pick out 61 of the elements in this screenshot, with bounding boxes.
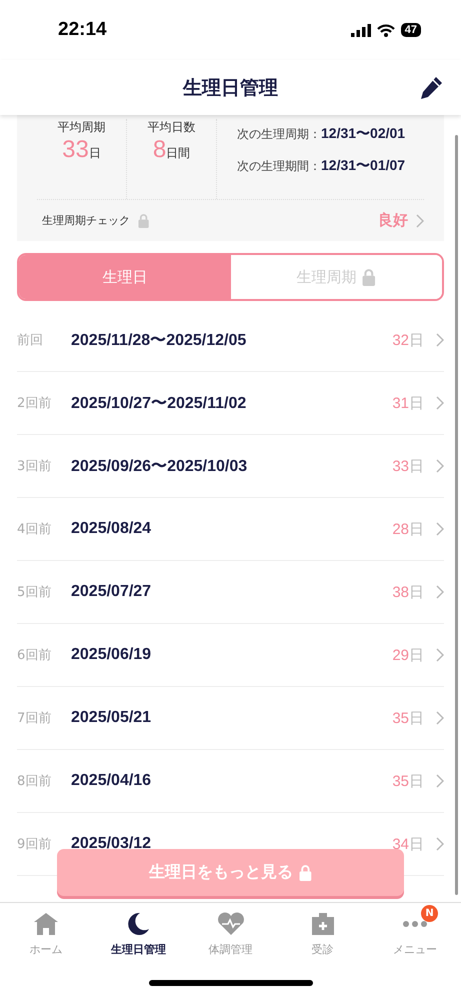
page-title: 生理日管理	[183, 76, 278, 100]
period-label: 4回前	[17, 521, 52, 538]
signal-icon	[350, 24, 371, 36]
cycle-days: 29日	[392, 646, 424, 664]
edit-button[interactable]	[419, 76, 443, 100]
period-dates[interactable]: 2025/07/27	[71, 583, 152, 601]
period-dates[interactable]: 2025/04/16	[71, 772, 152, 790]
chevron-right-icon	[436, 837, 444, 851]
chevron-right-icon	[436, 396, 444, 410]
next-label: 次の生理周期：	[237, 127, 321, 141]
period-dates[interactable]: 2025/05/21	[71, 709, 152, 727]
battery-icon: 47	[400, 23, 421, 37]
medical-kit-icon	[310, 912, 335, 936]
chevron-right-icon	[436, 711, 444, 725]
moon-icon	[126, 912, 150, 936]
chevron-right-icon	[436, 522, 444, 536]
period-label: 9回前	[17, 836, 52, 853]
cycle-days: 32日	[392, 330, 424, 350]
period-dates[interactable]: 2025/09/26〜2025/10/03	[71, 456, 248, 476]
period-label: 7回前	[17, 710, 52, 727]
notification-badge: N	[421, 905, 438, 922]
more-icon	[402, 920, 428, 926]
cycle-days: 33日	[392, 456, 424, 476]
cycle-check-result: 良好	[378, 211, 408, 230]
chevron-right-icon	[436, 333, 444, 347]
next-date-range: 12/31〜01/07	[321, 157, 406, 173]
chevron-right-icon	[436, 585, 444, 599]
period-label: 3回前	[17, 458, 52, 475]
chevron-right-icon	[416, 214, 424, 228]
period-label: 8回前	[17, 773, 52, 790]
next-date-range: 12/31〜02/01	[321, 125, 406, 141]
cycle-days: 38日	[392, 582, 424, 602]
house-icon	[33, 912, 60, 936]
period-label: 6回前	[17, 647, 52, 664]
nav-tab[interactable]: 生理日管理	[92, 903, 184, 965]
cycle-days: 35日	[392, 772, 424, 790]
period-dates[interactable]: 2025/11/28〜2025/12/05	[71, 330, 246, 350]
chevron-right-icon	[436, 774, 444, 788]
wifi-icon	[376, 24, 395, 36]
stat-value: 33	[62, 136, 89, 163]
period-dates[interactable]: 2025/08/24	[71, 520, 152, 538]
period-label: 5回前	[17, 584, 52, 601]
stat-label: 平均周期	[58, 119, 106, 136]
stat-label: 平均日数	[148, 119, 196, 136]
cycle-check-label: 生理周期チェック	[42, 213, 130, 228]
status-time: 22:14	[58, 19, 107, 41]
heart-pulse-icon	[216, 912, 244, 936]
cycle-days: 28日	[392, 520, 424, 538]
cycle-days: 35日	[392, 708, 424, 728]
stat-value: 8	[152, 136, 166, 163]
chevron-right-icon	[436, 459, 444, 473]
cycle-days: 31日	[392, 394, 424, 412]
pencil-icon	[419, 76, 443, 100]
period-dates[interactable]: 2025/10/27〜2025/11/02	[71, 392, 246, 414]
period-dates[interactable]: 2025/06/19	[71, 646, 152, 664]
stat-unit: 日	[88, 146, 101, 160]
next-label: 次の生理期間：	[237, 159, 321, 173]
period-label: 前回	[17, 332, 44, 349]
stat-unit: 日間	[166, 146, 190, 160]
chevron-right-icon	[436, 648, 444, 662]
period-label: 2回前	[17, 395, 52, 412]
